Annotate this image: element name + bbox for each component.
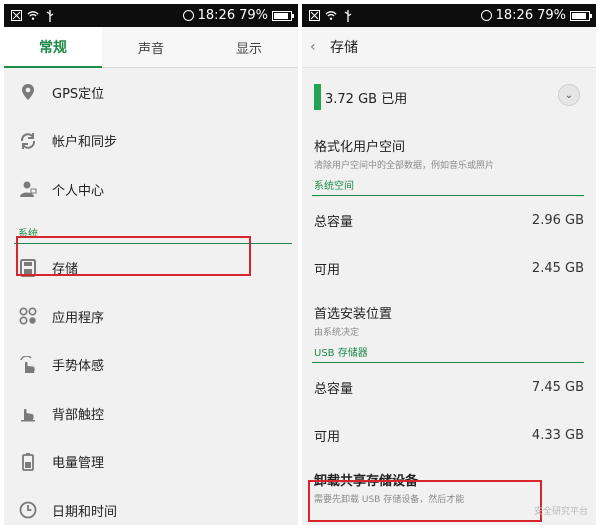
- status-bar: 18:26 79%: [302, 4, 596, 27]
- storage-title-bar: ‹ 存储: [302, 27, 596, 68]
- wifi-icon: [27, 10, 39, 22]
- install-subtitle: 由系统决定: [314, 328, 360, 338]
- menu-item-power-management[interactable]: 电量管理: [4, 438, 298, 487]
- system-available-row: 可用 2.45 GB: [302, 245, 596, 294]
- menu-item-label: 帐户和同步: [52, 135, 118, 151]
- row-value: 2.96 GB: [531, 212, 584, 228]
- used-space-text: 3.72 GB 已用: [325, 91, 408, 107]
- notification-icon: [308, 10, 320, 22]
- section-header-system-space: 系统空间: [302, 172, 596, 196]
- row-value: 7.45 GB: [531, 379, 584, 395]
- row-label: 可用: [314, 430, 341, 446]
- settings-tabs: 常规 声音 显示: [4, 27, 298, 68]
- menu-item-back-touch[interactable]: 背部触控: [4, 389, 298, 438]
- left-phone-screen: 18:26 79% 常规 声音 显示 GPS定位 帐户和同步 个人中心 系统 存…: [4, 4, 298, 525]
- menu-item-label: 日期和时间: [52, 504, 118, 520]
- battery-percent: 79%: [537, 8, 566, 23]
- menu-item-label: 个人中心: [52, 183, 105, 199]
- menu-item-gestures[interactable]: 手势体感: [4, 341, 298, 390]
- sync-icon: [18, 131, 38, 151]
- apps-icon: [18, 306, 38, 326]
- page-title: 存储: [330, 40, 358, 56]
- menu-item-label: GPS定位: [52, 86, 105, 102]
- format-subtitle: 清除用户空间中的全部数据，例如音乐或照片: [314, 161, 495, 171]
- menu-item-applications[interactable]: 应用程序: [4, 292, 298, 341]
- right-phone-screen: 18:26 79% ‹ 存储 3.72 GB 已用 ⌄ 格式化用户空间 清除用户…: [302, 4, 596, 525]
- menu-item-label: 手势体感: [52, 359, 105, 375]
- battery-icon: [18, 452, 38, 472]
- back-touch-icon: [18, 403, 38, 423]
- menu-item-gps[interactable]: GPS定位: [4, 68, 298, 117]
- tab-display[interactable]: 显示: [200, 27, 298, 67]
- menu-item-accounts-sync[interactable]: 帐户和同步: [4, 117, 298, 166]
- location-pin-icon: [18, 82, 38, 102]
- row-label: 总容量: [314, 381, 354, 397]
- storage-highlight-box: [16, 236, 251, 276]
- menu-item-personal-center[interactable]: 个人中心: [4, 165, 298, 214]
- usb-icon: [44, 9, 56, 22]
- usb-total-row: 总容量 7.45 GB: [302, 363, 596, 412]
- expand-chevron-icon[interactable]: ⌄: [558, 84, 580, 106]
- back-arrow-icon[interactable]: ‹: [310, 39, 322, 55]
- person-icon: [18, 179, 38, 199]
- storage-usage-row: 3.72 GB 已用 ⌄: [302, 68, 596, 126]
- tab-general[interactable]: 常规: [4, 27, 102, 68]
- row-label: 总容量: [314, 214, 354, 230]
- row-label: 可用: [314, 263, 341, 279]
- status-bar: 18:26 79%: [4, 4, 298, 27]
- install-title: 首选安装位置: [314, 307, 393, 322]
- row-value: 2.45 GB: [531, 261, 584, 277]
- usb-available-row: 可用 4.33 GB: [302, 412, 596, 461]
- status-time: 18:26: [495, 8, 534, 23]
- section-header-usb-storage: USB 存储器: [302, 339, 596, 363]
- usb-icon: [342, 9, 354, 22]
- alarm-icon: [182, 10, 194, 21]
- row-value: 4.33 GB: [531, 428, 584, 444]
- notification-icon: [10, 10, 22, 22]
- battery-status-icon: [570, 10, 592, 21]
- menu-item-date-time[interactable]: 日期和时间: [4, 486, 298, 525]
- battery-percent: 79%: [239, 8, 268, 23]
- format-user-space-row[interactable]: 格式化用户空间 清除用户空间中的全部数据，例如音乐或照片: [302, 126, 596, 172]
- battery-status-icon: [272, 10, 294, 21]
- wifi-icon: [325, 10, 337, 22]
- menu-item-label: 应用程序: [52, 310, 105, 326]
- tab-sound[interactable]: 声音: [102, 27, 200, 67]
- gesture-icon: [18, 355, 38, 375]
- usage-bar: [314, 84, 321, 110]
- format-title: 格式化用户空间: [314, 140, 406, 155]
- install-location-row[interactable]: 首选安装位置 由系统决定: [302, 293, 596, 339]
- unmount-highlight-box: [308, 480, 542, 522]
- menu-item-label: 电量管理: [52, 456, 105, 472]
- watermark-text: 安全研究平台: [533, 507, 588, 517]
- menu-item-label: 背部触控: [52, 407, 105, 423]
- alarm-icon: [480, 10, 492, 21]
- system-total-row: 总容量 2.96 GB: [302, 196, 596, 245]
- clock-icon: [18, 500, 38, 520]
- status-time: 18:26: [197, 8, 236, 23]
